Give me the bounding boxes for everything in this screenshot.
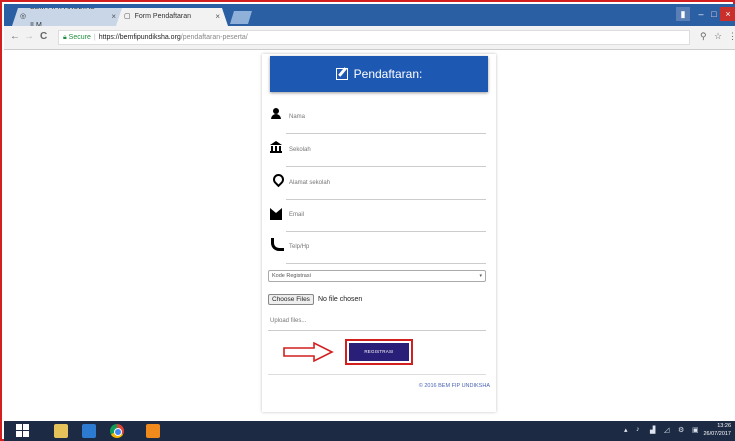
windows-start-icon[interactable] (16, 424, 30, 438)
menu-icon[interactable]: ⋮ (728, 31, 735, 42)
back-button[interactable]: ← (10, 31, 20, 42)
user-icon (270, 108, 282, 120)
file-upload-row: Choose Files No file chosen (268, 292, 362, 306)
page-content: Pendaftaran: Nama Sekolah Alamat sekolah… (4, 50, 735, 421)
url-host: https://bemfipundiksha.org (98, 34, 181, 41)
tab-close-icon[interactable]: × (111, 8, 116, 26)
chrome-icon[interactable] (110, 424, 124, 438)
maximize-button[interactable]: □ (708, 7, 720, 21)
email-field[interactable]: Email (268, 202, 486, 232)
network-icon[interactable]: ▟ (650, 426, 655, 434)
url-path: /pendaftaran-peserta/ (180, 34, 248, 41)
field-underline (268, 330, 486, 331)
url-input[interactable]: 🔒︎ Secure | https://bemfipundiksha.org/pen… (58, 30, 690, 45)
close-window-button[interactable]: × (720, 7, 735, 21)
screenshot-frame: ◎ BEM FIP/FAKULTAS ILM × ▢ Form Pendafta… (0, 0, 735, 441)
phone-field[interactable]: Telp/Hp (268, 234, 486, 264)
annotation-arrow-icon (283, 341, 334, 363)
school-address-placeholder: Alamat sekolah (289, 180, 331, 186)
file-status: No file chosen (317, 295, 363, 303)
windows-taskbar: ▴ ♪ ▟ ◿ ⚙ ▣ 13:26 26/07/2017 (4, 421, 735, 441)
field-underline (286, 199, 486, 200)
phone-placeholder: Telp/Hp (289, 244, 310, 250)
minimize-button[interactable]: – (694, 7, 708, 21)
school-placeholder: Sekolah (289, 147, 311, 153)
tray-arrow-icon[interactable]: ▴ (624, 426, 628, 434)
tab-form-pendaftaran[interactable]: ▢ Form Pendaftaran × (116, 8, 228, 26)
chevron-down-icon: ▾ (479, 273, 482, 279)
star-icon[interactable]: ☆ (714, 31, 722, 42)
form-title: Pendaftaran: (353, 67, 423, 81)
url-separator: | (93, 34, 96, 41)
secure-label: Secure (68, 34, 91, 41)
map-marker-icon (270, 174, 282, 186)
address-bar-row: ← → C 🔒︎ Secure | https://bemfipundiksha.o… (4, 26, 735, 50)
choose-files-button[interactable]: Choose Files (268, 293, 314, 305)
field-underline (286, 133, 486, 134)
volume-icon[interactable]: ♪ (636, 426, 640, 433)
field-underline (286, 166, 486, 167)
file-explorer-icon[interactable] (54, 424, 68, 438)
school-address-field[interactable]: Alamat sekolah (268, 170, 486, 200)
registration-code-select[interactable]: Kode Registrasi ▾ (268, 270, 486, 282)
user-profile-icon[interactable]: ▮ (676, 7, 690, 21)
page-icon: ▢ (124, 13, 131, 20)
phone-icon (270, 238, 284, 251)
field-underline (286, 231, 486, 232)
footer-text[interactable]: © 2016 BEM FIP UNDIKSHA (419, 383, 490, 389)
edit-icon (335, 68, 348, 80)
settings-icon[interactable]: ⚙ (678, 426, 684, 434)
notification-icon[interactable]: ▣ (692, 426, 699, 434)
email-placeholder: Email (289, 212, 305, 218)
tab-bem-fip[interactable]: ◎ BEM FIP/FAKULTAS ILM × (12, 8, 124, 26)
divider (268, 374, 486, 375)
signal-icon[interactable]: ◿ (664, 426, 669, 434)
forward-button[interactable]: → (24, 31, 34, 42)
select-value: Kode Registrasi (272, 273, 311, 279)
name-placeholder: Nama (289, 114, 306, 120)
bank-icon (270, 141, 282, 153)
tab-label: Form Pendaftaran (134, 13, 192, 20)
register-button[interactable]: REGISTRASI (349, 343, 409, 361)
zoom-icon[interactable]: ⚲ (700, 31, 707, 42)
app-icon[interactable] (146, 424, 160, 438)
clock-date: 26/07/2017 (703, 431, 731, 437)
name-field[interactable]: Nama (268, 104, 486, 134)
form-header: Pendaftaran: (270, 56, 488, 92)
field-underline (286, 263, 486, 264)
school-field[interactable]: Sekolah (268, 137, 486, 167)
lock-icon: 🔒︎ (63, 34, 69, 41)
browser-tab-strip: ◎ BEM FIP/FAKULTAS ILM × ▢ Form Pendafta… (4, 4, 735, 26)
upload-files-label[interactable]: Upload files... (270, 318, 306, 324)
tab-close-icon[interactable]: × (215, 8, 220, 26)
system-clock[interactable]: 13:26 26/07/2017 (703, 422, 731, 438)
registration-card: Pendaftaran: Nama Sekolah Alamat sekolah… (262, 54, 496, 412)
clock-time: 13:26 (717, 423, 731, 429)
reload-button[interactable]: C (40, 31, 47, 42)
new-tab-button[interactable] (230, 11, 252, 24)
media-app-icon[interactable] (82, 424, 96, 438)
envelope-icon (270, 208, 282, 220)
globe-icon: ◎ (20, 13, 27, 20)
